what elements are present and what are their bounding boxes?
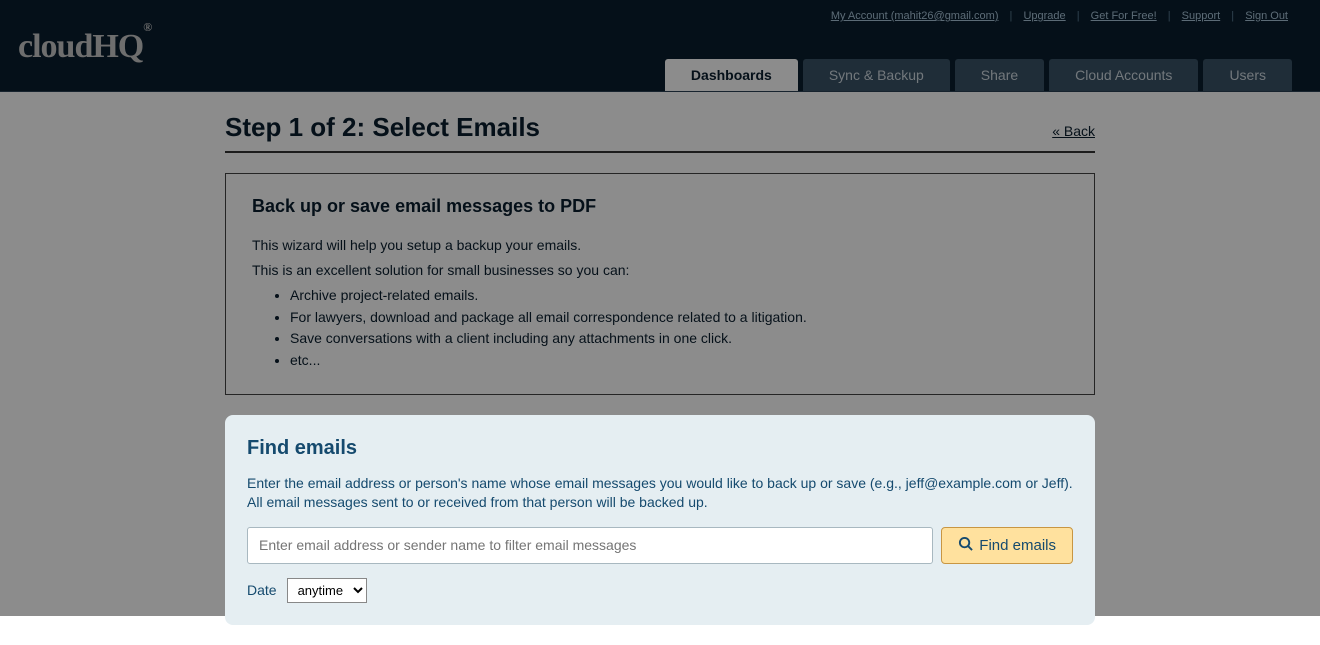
info-li1: Archive project-related emails. bbox=[290, 285, 1068, 307]
info-li4: etc... bbox=[290, 350, 1068, 372]
search-row: Find emails bbox=[247, 527, 1073, 564]
find-heading: Find emails bbox=[247, 437, 1073, 460]
sign-out-link[interactable]: Sign Out bbox=[1245, 10, 1288, 22]
tab-users[interactable]: Users bbox=[1203, 59, 1292, 91]
date-row: Date anytime bbox=[247, 578, 1073, 603]
back-link[interactable]: « Back bbox=[1052, 123, 1095, 139]
main-tabs: Dashboards Sync & Backup Share Cloud Acc… bbox=[665, 59, 1292, 91]
top-links: My Account (mahit26@gmail.com) | Upgrade… bbox=[827, 10, 1292, 22]
info-list: Archive project-related emails. For lawy… bbox=[290, 285, 1068, 372]
date-select[interactable]: anytime bbox=[287, 578, 367, 603]
tab-dashboards[interactable]: Dashboards bbox=[665, 59, 798, 91]
step-header: Step 1 of 2: Select Emails « Back bbox=[225, 112, 1095, 153]
info-li3: Save conversations with a client includi… bbox=[290, 328, 1068, 350]
page-title: Step 1 of 2: Select Emails bbox=[225, 112, 540, 143]
find-emails-button[interactable]: Find emails bbox=[941, 527, 1073, 564]
my-account-link[interactable]: My Account (mahit26@gmail.com) bbox=[831, 10, 999, 22]
find-description: Enter the email address or person's name… bbox=[247, 474, 1073, 513]
info-p1: This wizard will help you setup a backup… bbox=[252, 235, 1068, 256]
support-link[interactable]: Support bbox=[1182, 10, 1221, 22]
logo: cloudHQ® bbox=[18, 28, 151, 66]
get-free-link[interactable]: Get For Free! bbox=[1091, 10, 1157, 22]
find-emails-panel: Find emails Enter the email address or p… bbox=[225, 415, 1095, 625]
email-filter-input[interactable] bbox=[247, 527, 933, 564]
info-li2: For lawyers, download and package all em… bbox=[290, 307, 1068, 329]
info-p2: This is an excellent solution for small … bbox=[252, 260, 1068, 281]
tab-share[interactable]: Share bbox=[955, 59, 1044, 91]
tab-cloud-accounts[interactable]: Cloud Accounts bbox=[1049, 59, 1198, 91]
main-content: Step 1 of 2: Select Emails « Back Back u… bbox=[225, 92, 1095, 645]
upgrade-link[interactable]: Upgrade bbox=[1023, 10, 1065, 22]
search-icon bbox=[958, 536, 973, 555]
date-label: Date bbox=[247, 582, 277, 598]
header: cloudHQ® My Account (mahit26@gmail.com) … bbox=[0, 0, 1320, 92]
find-button-label: Find emails bbox=[979, 537, 1056, 554]
tab-sync-backup[interactable]: Sync & Backup bbox=[803, 59, 950, 91]
info-heading: Back up or save email messages to PDF bbox=[252, 196, 1068, 217]
info-box: Back up or save email messages to PDF Th… bbox=[225, 173, 1095, 395]
